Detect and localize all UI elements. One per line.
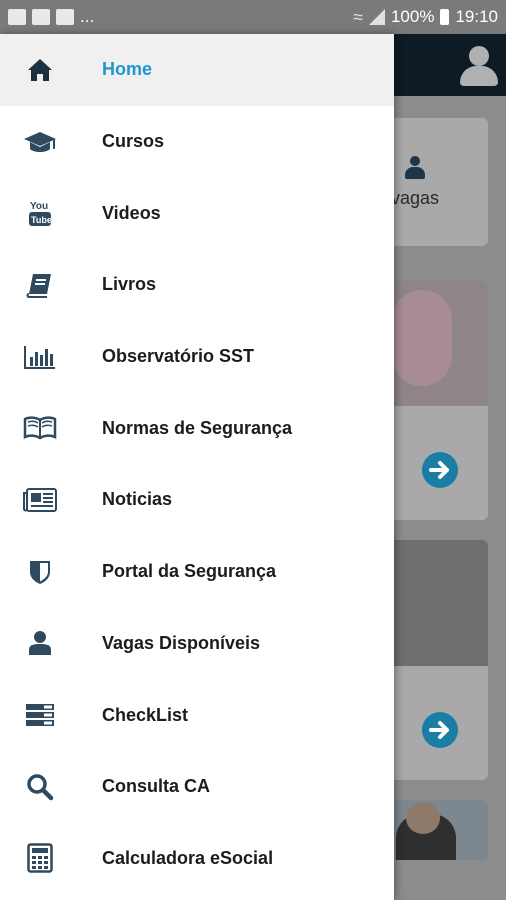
menu-item-livros[interactable]: Livros (0, 249, 394, 321)
navigation-drawer: Home Cursos You Tube Videos Livros Observ… (0, 34, 394, 900)
menu-item-label: Calculadora eSocial (102, 847, 274, 868)
graduation-cap-icon (22, 127, 58, 157)
menu-item-observatorio-sst[interactable]: Observatório SST (0, 321, 394, 393)
status-bar: ... ≈ 100% 19:10 (0, 0, 506, 34)
battery-icon (440, 9, 450, 25)
menu-item-cursos[interactable]: Cursos (0, 106, 394, 178)
menu-item-label: Cursos (102, 131, 165, 152)
menu-item-noticias[interactable]: Noticias (0, 464, 394, 536)
search-icon (22, 772, 58, 802)
menu-item-label: Vagas Disponíveis (102, 632, 261, 653)
more-notifications-ellipsis: ... (80, 7, 95, 26)
menu-item-label: Normas de Segurança (102, 417, 293, 438)
clock: 19:10 (455, 7, 498, 26)
menu-item-checklist[interactable]: CheckList (0, 679, 394, 751)
menu-item-label: Portal da Segurança (102, 561, 277, 582)
message-notification-icon (32, 9, 50, 25)
newspaper-icon (22, 485, 58, 515)
youtube-icon: You Tube (22, 198, 58, 228)
home-icon (22, 55, 58, 85)
menu-item-label: Noticias (102, 489, 173, 510)
signal-icon (368, 9, 385, 25)
calculator-icon (22, 843, 58, 874)
bar-chart-icon (22, 342, 58, 372)
menu-item-videos[interactable]: You Tube Videos (0, 177, 394, 249)
menu-item-label: Livros (102, 274, 157, 295)
arrow-right-icon[interactable] (422, 452, 458, 488)
open-book-icon (22, 413, 58, 443)
menu-item-label: CheckList (102, 704, 189, 725)
menu-item-label: Observatório SST (102, 346, 255, 367)
shield-icon (22, 557, 58, 587)
book-icon (22, 270, 58, 300)
arrow-right-icon[interactable] (422, 712, 458, 748)
battery-percentage: 100% (390, 7, 435, 26)
wifi-icon: ≈ (353, 6, 363, 27)
list-icon (22, 700, 58, 730)
menu-item-label: Consulta CA (102, 776, 210, 797)
menu-item-normas-de-seguranca[interactable]: Normas de Segurança (0, 392, 394, 464)
vagas-card-label: vagas (391, 188, 440, 208)
menu-item-label: Home (102, 59, 153, 80)
image-notification-icon (8, 9, 26, 25)
menu-item-calculadora-esocial[interactable]: Calculadora eSocial (0, 823, 394, 895)
svg-text:Tube: Tube (31, 215, 52, 225)
profile-avatar-icon[interactable] (460, 46, 498, 86)
user-icon (405, 156, 425, 180)
menu-item-portal-da-seguranca[interactable]: Portal da Segurança (0, 536, 394, 608)
menu-item-home[interactable]: Home (0, 34, 394, 106)
app-notification-icon (56, 9, 74, 25)
user-icon (22, 628, 58, 658)
menu-item-label: Videos (102, 202, 161, 223)
svg-text:You: You (30, 201, 48, 212)
menu-item-vagas-disponiveis[interactable]: Vagas Disponíveis (0, 608, 394, 680)
menu-item-consulta-ca[interactable]: Consulta CA (0, 751, 394, 823)
